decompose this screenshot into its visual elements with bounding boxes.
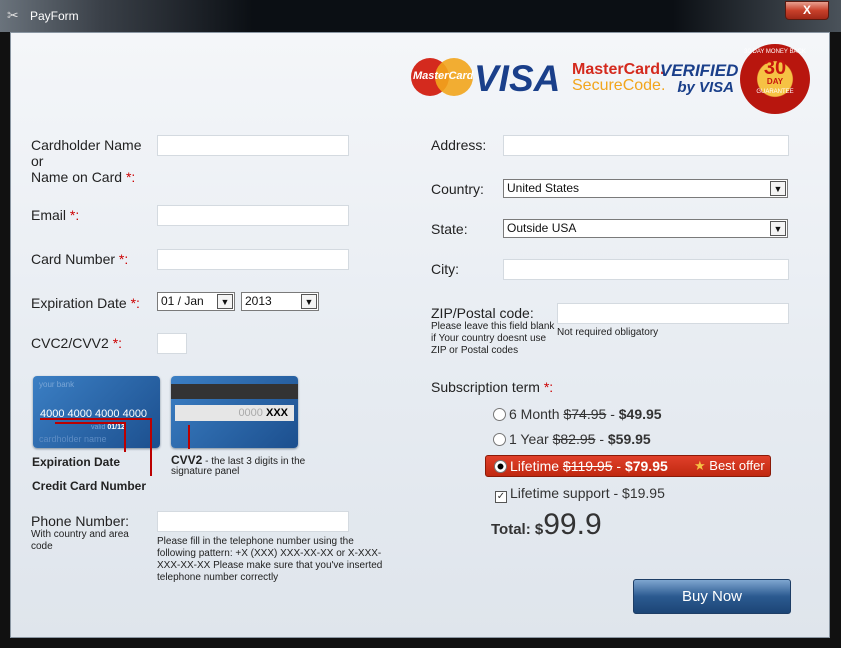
securecode-logo: MasterCard. SecureCode. <box>572 61 666 94</box>
cvv-caption: CVV2 - the last 3 digits in the signatur… <box>171 453 306 477</box>
window-title: PayForm <box>30 9 79 23</box>
money-back-guarantee-seal: 30 DAY MONEY BACK 30 DAY GUARANTEE <box>740 44 810 114</box>
country-select[interactable]: United States ▼ <box>503 179 788 198</box>
card-back-image: 0000 XXX <box>171 376 298 448</box>
cvc-input[interactable] <box>157 333 187 354</box>
best-offer-badge: ★ Best offer <box>694 458 765 473</box>
mastercard-logo: MasterCard <box>411 58 474 96</box>
checkmark-icon[interactable]: ✓ <box>495 491 507 503</box>
email-label: Email *: <box>31 207 80 223</box>
exp-month-select[interactable]: 01 / Jan ▼ <box>157 292 235 311</box>
radio-button[interactable] <box>493 408 506 421</box>
total: Total: $99.9 <box>491 508 602 541</box>
card-number-caption: Credit Card Number <box>32 479 147 493</box>
cardholder-name-input[interactable] <box>157 135 349 156</box>
tools-icon: ✂ <box>7 7 19 23</box>
visa-logo: VISA <box>474 58 561 99</box>
total-value: 99.9 <box>543 508 602 541</box>
expiration-label: Expiration Date *: <box>31 295 140 311</box>
chevron-down-icon: ▼ <box>301 294 317 309</box>
state-select[interactable]: Outside USA ▼ <box>503 219 788 238</box>
phone-sub: With country and area code <box>31 529 129 552</box>
cardholder-label: Cardholder Name or Name on Card *: <box>31 137 142 185</box>
arrow-line <box>40 418 150 420</box>
phone-label: Phone Number: <box>31 513 130 529</box>
option-lifetime[interactable]: Lifetime $119.95 - $79.95 ★ Best offer <box>485 455 771 477</box>
phone-input[interactable] <box>157 511 349 532</box>
city-input[interactable] <box>503 259 789 280</box>
subscription-label: Subscription term *: <box>431 379 554 395</box>
city-label: City: <box>431 261 459 277</box>
verified-by-visa-logo: VERIFIED by VISA <box>660 61 739 96</box>
cvv-arrow-icon <box>188 425 190 449</box>
chevron-down-icon: ▼ <box>770 221 786 236</box>
zip-label: ZIP/Postal code: <box>431 305 534 321</box>
expiration-caption: Expiration Date <box>32 455 121 469</box>
star-icon: ★ <box>694 458 706 473</box>
title-bar <box>0 0 841 32</box>
zip-hint: Please leave this field blank if Your co… <box>431 321 555 356</box>
buy-now-button[interactable]: Buy Now <box>633 579 791 614</box>
address-label: Address: <box>431 137 487 153</box>
address-input[interactable] <box>503 135 789 156</box>
zip-note: Not required obligatory <box>557 327 659 338</box>
close-button[interactable]: X <box>785 1 829 20</box>
card-number-input[interactable] <box>157 249 349 270</box>
card-number-label: Card Number *: <box>31 251 129 267</box>
exp-year-select[interactable]: 2013 ▼ <box>241 292 319 311</box>
radio-button[interactable] <box>493 433 506 446</box>
card-number-arrow-icon <box>150 418 152 476</box>
cvc-label: CVC2/CVV2 *: <box>31 335 123 351</box>
email-input[interactable] <box>157 205 349 226</box>
state-label: State: <box>431 221 468 237</box>
chevron-down-icon: ▼ <box>770 181 786 196</box>
country-label: Country: <box>431 181 484 197</box>
radio-button-selected[interactable] <box>494 460 507 473</box>
chevron-down-icon: ▼ <box>217 294 233 309</box>
option-6-month[interactable]: 6 Month $74.95 - $49.95 <box>493 406 662 422</box>
card-front-image: your bank 4000 4000 4000 4000 valid 01/1… <box>33 376 160 448</box>
phone-help: Please fill in the telephone number usin… <box>157 536 383 583</box>
arrow-line <box>55 422 124 424</box>
expiration-arrow-icon <box>124 422 126 452</box>
zip-input[interactable] <box>557 303 789 324</box>
lifetime-support-checkbox[interactable]: ✓ Lifetime support - $19.95 <box>495 485 665 503</box>
option-1-year[interactable]: 1 Year $82.95 - $59.95 <box>493 431 651 447</box>
